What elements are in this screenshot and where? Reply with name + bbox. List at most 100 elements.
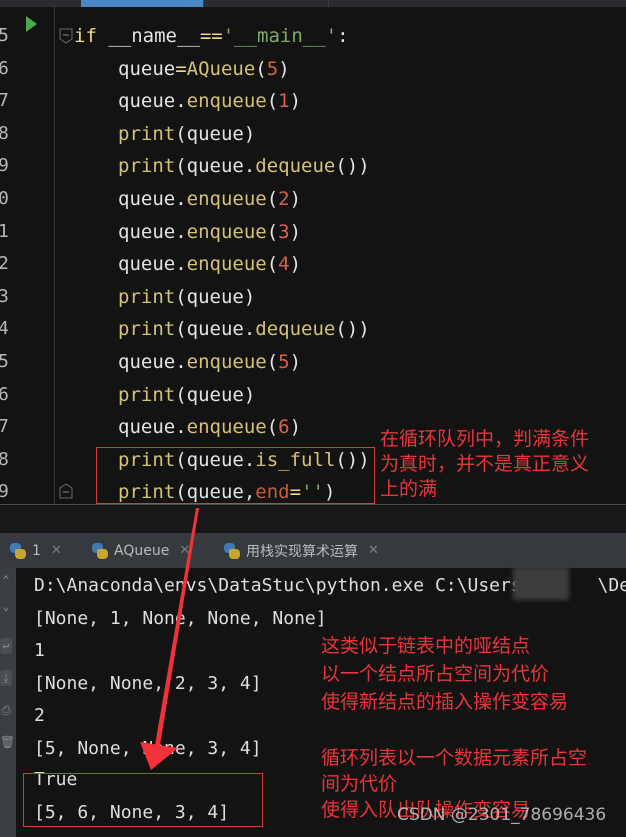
code-token: print bbox=[118, 122, 176, 145]
code-token: queue. bbox=[118, 253, 187, 276]
code-token: (queue) bbox=[175, 285, 256, 308]
python-icon bbox=[10, 542, 26, 559]
code-text: queue.enqueue(5) bbox=[118, 346, 301, 378]
annotation-line: 循环列表以一个数据元素所占空 bbox=[321, 747, 588, 769]
code-token: enqueue bbox=[186, 90, 267, 113]
code-line[interactable]: 0 queue.enqueue(2) bbox=[0, 183, 626, 215]
code-line[interactable]: 2 queue.enqueue(4) bbox=[0, 248, 626, 280]
code-line[interactable]: 7 queue.enqueue(1) bbox=[0, 85, 626, 117]
code-token: queue. bbox=[118, 90, 187, 113]
close-icon[interactable]: ✕ bbox=[179, 543, 190, 558]
print-icon[interactable]: ⎙ bbox=[0, 702, 12, 718]
code-token: AQueue bbox=[186, 57, 256, 80]
code-text: print(queue) bbox=[118, 281, 255, 313]
code-token: 6 bbox=[278, 416, 290, 439]
line-number: 1 bbox=[0, 220, 9, 242]
annotation-line: 使得新结点的插入操作变容易 bbox=[321, 691, 569, 713]
console-output-line: [5, None, None, 3, 4] bbox=[34, 738, 262, 759]
code-token: ( bbox=[255, 57, 267, 80]
fold-collapse-icon[interactable] bbox=[59, 28, 73, 44]
code-token: (queue. bbox=[175, 318, 256, 341]
code-token: ( bbox=[266, 188, 279, 210]
code-line[interactable]: 9 print(queue.dequeue()) bbox=[0, 150, 626, 182]
code-text: print(queue.dequeue()) bbox=[118, 313, 370, 345]
code-line[interactable]: 5 if __name__=='__main__': bbox=[0, 20, 626, 52]
code-token: ( bbox=[266, 253, 279, 276]
code-token: 4 bbox=[278, 253, 290, 276]
code-token: dequeue bbox=[255, 155, 336, 178]
code-line[interactable]: 1 queue.enqueue(3) bbox=[0, 216, 626, 248]
redacted-username bbox=[513, 567, 569, 600]
code-token: 5 bbox=[266, 57, 279, 80]
run-icon[interactable] bbox=[26, 16, 37, 32]
code-text: print(queue) bbox=[118, 118, 255, 150]
code-token: queue. bbox=[118, 351, 187, 373]
close-icon[interactable]: ✕ bbox=[51, 543, 62, 558]
tab-label: 用栈实现算术运算 bbox=[246, 543, 358, 560]
line-number: 2 bbox=[0, 253, 9, 275]
code-text: queue.enqueue(2) bbox=[118, 183, 301, 215]
code-token: ( bbox=[266, 90, 279, 113]
code-text: queue.enqueue(4) bbox=[118, 248, 301, 280]
code-token: (queue) bbox=[175, 122, 256, 145]
code-token: '__main__' bbox=[222, 25, 338, 47]
scroll-down-icon[interactable]: ⌄ bbox=[0, 598, 12, 614]
code-text: queue.enqueue(6) bbox=[118, 411, 301, 443]
code-token: print bbox=[118, 285, 176, 308]
console-output-line: 1 bbox=[34, 640, 45, 661]
scroll-up-icon[interactable]: ⌃ bbox=[0, 572, 12, 588]
code-token: 3 bbox=[278, 220, 290, 243]
run-tab-1[interactable]: 1 ✕ bbox=[10, 533, 62, 568]
code-token: enqueue bbox=[186, 416, 267, 439]
code-highlight-box bbox=[96, 447, 375, 504]
line-number: 5 bbox=[0, 25, 9, 46]
code-token: ) bbox=[289, 351, 302, 373]
tab-label: 1 bbox=[32, 542, 41, 559]
code-token: ) bbox=[289, 90, 302, 113]
code-token: dequeue bbox=[255, 318, 336, 341]
line-number: 6 bbox=[0, 57, 9, 79]
line-number: 7 bbox=[0, 90, 9, 112]
code-line[interactable]: 3 print(queue) bbox=[0, 281, 626, 313]
scroll-to-end-icon[interactable]: ⤓ bbox=[0, 670, 12, 686]
active-editor-tab-indicator[interactable] bbox=[81, 0, 203, 7]
annotation-line: 间为代价 bbox=[321, 773, 398, 795]
code-token: ( bbox=[266, 220, 279, 243]
line-number: 6 bbox=[0, 383, 9, 405]
annotation-line: 上的满 bbox=[380, 478, 438, 500]
code-token: : bbox=[337, 25, 349, 47]
code-token: print bbox=[118, 155, 176, 178]
code-text: if __name__=='__main__': bbox=[74, 20, 349, 52]
code-text: print(queue.dequeue()) bbox=[118, 150, 370, 182]
line-number: 7 bbox=[0, 416, 9, 438]
code-token: print bbox=[118, 383, 176, 406]
console-output-line: 2 bbox=[34, 705, 45, 726]
code-line[interactable]: 6 print(queue) bbox=[0, 379, 626, 411]
annotation-line: 这类似于链表中的哑结点 bbox=[321, 635, 531, 657]
code-token: queue. bbox=[118, 416, 187, 439]
code-line[interactable]: 8 print(queue) bbox=[0, 118, 626, 150]
soft-wrap-icon[interactable]: ↩ bbox=[0, 638, 12, 654]
code-line[interactable]: 5 queue.enqueue(5) bbox=[0, 346, 626, 378]
code-token: queue bbox=[118, 57, 176, 80]
code-token: enqueue bbox=[186, 188, 267, 210]
run-tab-aqueue[interactable]: AQueue ✕ bbox=[92, 533, 190, 568]
csdn-watermark: CSDN @2301_78696436 bbox=[397, 805, 607, 825]
run-tab-stack-arithmetic[interactable]: 用栈实现算术运算 ✕ bbox=[224, 533, 379, 568]
close-icon[interactable]: ✕ bbox=[368, 543, 379, 558]
fold-end-icon[interactable] bbox=[59, 483, 73, 499]
code-token: (queue. bbox=[175, 155, 256, 178]
tab-separator bbox=[203, 0, 204, 7]
trash-icon[interactable]: 🗑 bbox=[0, 734, 15, 750]
console-output-line: [None, None, 2, 3, 4] bbox=[34, 673, 262, 694]
code-token: ( bbox=[266, 416, 279, 439]
code-token: (queue) bbox=[175, 383, 256, 406]
code-token: __name__ bbox=[108, 25, 200, 47]
code-line[interactable]: 4 print(queue.dequeue()) bbox=[0, 313, 626, 345]
code-line[interactable]: 6 queue=AQueue(5) bbox=[0, 53, 626, 85]
code-token: 5 bbox=[278, 351, 290, 373]
tab-separator bbox=[328, 0, 329, 7]
code-token: if bbox=[74, 25, 109, 47]
annotation-dummy-node: 这类似于链表中的哑结点 以一个结点所占空间为代价 使得新结点的插入操作变容易 bbox=[321, 634, 568, 718]
code-token: ) bbox=[278, 57, 290, 80]
